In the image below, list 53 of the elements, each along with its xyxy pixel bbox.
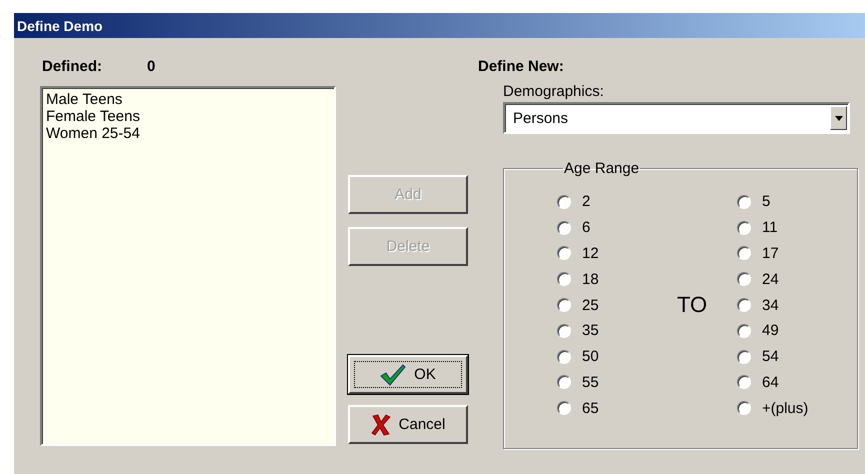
radio-label: 18	[582, 270, 599, 288]
define-new-label: Define New:	[478, 58, 565, 77]
radio-button[interactable]	[737, 298, 751, 312]
radio-label: 35	[582, 322, 599, 340]
list-item[interactable]: Female Teens	[46, 108, 330, 125]
demographics-label: Demographics:	[503, 83, 605, 102]
dropdown-arrow-icon	[834, 116, 842, 120]
age-range-title: Age Range	[563, 160, 640, 177]
list-item[interactable]: Male Teens	[46, 91, 330, 108]
defined-list[interactable]: Male Teens Female Teens Women 25-54	[40, 86, 336, 446]
radio-label: 12	[582, 244, 599, 262]
radio-button[interactable]	[737, 324, 751, 338]
x-icon	[370, 414, 391, 436]
radio-button[interactable]	[557, 220, 571, 235]
radio-label: 54	[762, 348, 779, 366]
radio-button[interactable]	[737, 375, 751, 390]
list-item[interactable]: Women 25-54	[46, 125, 330, 142]
radio-label: 6	[582, 219, 590, 236]
radio-label: 64	[762, 374, 779, 391]
radio-label: 11	[762, 219, 778, 236]
radio-button[interactable]	[557, 194, 571, 209]
radio-button[interactable]	[557, 246, 571, 260]
radio-label: +(plus)	[762, 400, 808, 417]
radio-button[interactable]	[737, 272, 751, 286]
radio-label: 49	[762, 322, 779, 340]
radio-label: 34	[762, 296, 779, 314]
radio-button[interactable]	[557, 350, 571, 364]
cancel-button[interactable]: Cancel	[348, 405, 468, 444]
radio-label: 65	[582, 400, 599, 417]
radio-button[interactable]	[737, 194, 751, 209]
checkmark-icon	[380, 364, 406, 386]
radio-button[interactable]	[737, 350, 751, 364]
defined-label: Defined:	[42, 58, 102, 77]
radio-label: 24	[762, 270, 779, 288]
defined-count: 0	[147, 58, 156, 77]
radio-button[interactable]	[737, 401, 751, 416]
radio-label: 17	[762, 244, 779, 262]
radio-label: 25	[582, 296, 599, 314]
ok-button[interactable]: OK	[348, 355, 468, 394]
radio-button[interactable]	[557, 272, 571, 286]
radio-button[interactable]	[557, 375, 571, 390]
radio-label: 55	[582, 374, 599, 391]
radio-button[interactable]	[557, 324, 571, 338]
window-title: Define Demo	[14, 13, 865, 38]
radio-button[interactable]	[737, 246, 751, 260]
radio-label: 2	[582, 193, 590, 210]
radio-button[interactable]	[557, 298, 571, 312]
radio-button[interactable]	[557, 401, 571, 416]
to-label: TO	[677, 292, 708, 318]
demographics-dropdown[interactable]: Persons	[503, 102, 850, 134]
radio-button[interactable]	[737, 220, 751, 235]
radio-label: 5	[762, 193, 770, 210]
radio-label: 50	[582, 348, 599, 366]
